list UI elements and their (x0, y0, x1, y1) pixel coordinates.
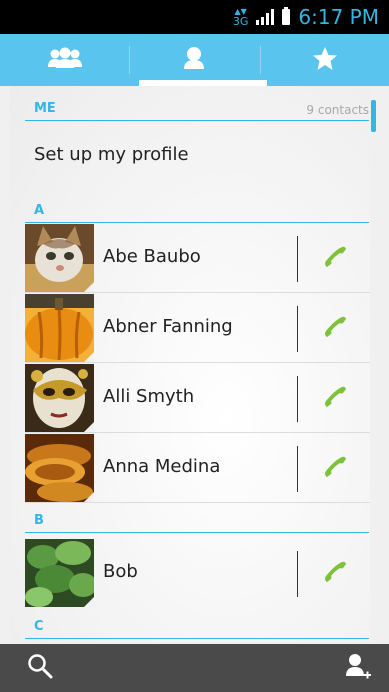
call-button[interactable] (311, 236, 357, 282)
contact-row[interactable]: Anna Medina (25, 434, 370, 503)
phone-icon (321, 384, 347, 414)
section-title: A (34, 203, 45, 218)
contact-name: Abner Fanning (103, 316, 233, 337)
status-icons: ▲▼ 3G 6:17 PM (233, 0, 379, 34)
tab-groups[interactable] (0, 34, 129, 86)
contact-row[interactable]: Abner Fanning (25, 294, 370, 363)
section-header-a: A (25, 200, 369, 223)
battery-icon (282, 7, 291, 25)
call-button[interactable] (311, 446, 357, 492)
section-title: B (34, 513, 44, 528)
section-title: C (34, 619, 44, 634)
clock: 6:17 PM (298, 5, 379, 29)
contact-row[interactable]: Abe Baubo (25, 224, 370, 293)
groups-icon (47, 47, 83, 73)
row-divider (297, 376, 298, 422)
section-header-me: ME 9 contacts (25, 98, 369, 121)
tab-bar (0, 34, 389, 86)
call-button[interactable] (311, 376, 357, 422)
row-divider (297, 446, 298, 492)
scrollbar[interactable] (371, 100, 376, 132)
contact-name: Bob (103, 561, 138, 582)
row-divider (297, 551, 298, 597)
contact-row[interactable]: Alli Smyth (25, 364, 370, 433)
star-icon (312, 46, 338, 75)
contact-row[interactable]: Bob (25, 539, 370, 607)
phone-icon (321, 559, 347, 589)
section-header-b: B (25, 510, 369, 533)
setup-profile-item[interactable]: Set up my profile (34, 144, 189, 165)
phone-icon (321, 454, 347, 484)
phone-icon (321, 314, 347, 344)
contact-photo-cat[interactable] (25, 224, 94, 292)
tab-contacts[interactable] (129, 34, 258, 86)
contact-photo-leaves[interactable] (25, 539, 94, 607)
phone-icon (321, 244, 347, 274)
contact-name: Abe Baubo (103, 246, 201, 267)
add-contact-button[interactable] (328, 644, 388, 692)
add-contact-icon (344, 652, 372, 684)
search-button[interactable] (10, 644, 70, 692)
contact-photo-mask[interactable] (25, 364, 94, 432)
contacts-count: 9 contacts (306, 103, 369, 117)
row-divider (297, 236, 298, 282)
bottom-action-bar (0, 644, 389, 692)
contact-photo-bowl[interactable] (25, 434, 94, 502)
contacts-list[interactable]: ME 9 contacts Set up my profile A Abe Ba… (10, 86, 370, 642)
row-divider (297, 306, 298, 352)
status-bar: ▲▼ 3G 6:17 PM (0, 0, 389, 34)
contact-photo-pumpkin[interactable] (25, 294, 94, 362)
network-type-icon: ▲▼ 3G (232, 7, 249, 28)
contact-name: Alli Smyth (103, 386, 195, 407)
call-button[interactable] (311, 306, 357, 352)
search-icon (27, 653, 53, 683)
contact-icon (182, 46, 206, 74)
signal-icon (256, 9, 275, 25)
call-button[interactable] (311, 551, 357, 597)
section-title: ME (34, 101, 56, 116)
tab-favorites[interactable] (260, 34, 389, 86)
contact-name: Anna Medina (103, 456, 221, 477)
section-header-c: C (25, 616, 369, 639)
